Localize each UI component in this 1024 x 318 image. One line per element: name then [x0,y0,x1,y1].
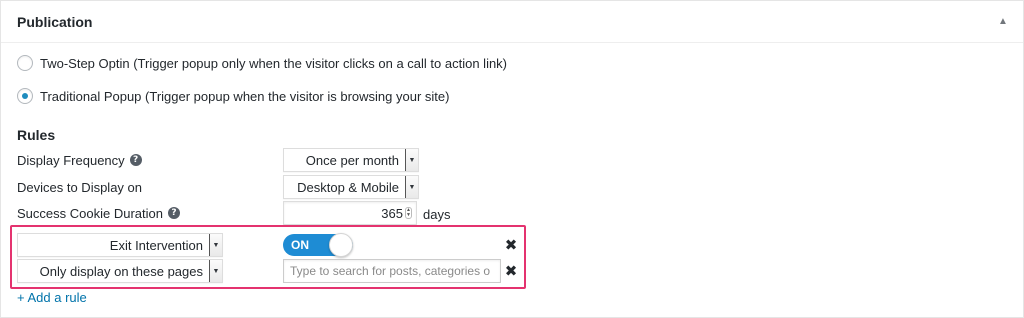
rule-type-value: Only display on these pages [39,263,203,279]
chevron-down-icon: ▼ [405,176,418,198]
spinner-icon[interactable]: ▲ ▼ [405,207,412,219]
publication-panel: Publication ▲ Two-Step Optin (Trigger po… [0,0,1024,318]
rule-type-select-exit-intervention[interactable]: Exit Intervention ▼ [17,233,223,257]
remove-rule-icon[interactable]: ✖ [504,264,518,279]
radio-label-traditional: Traditional Popup (Trigger popup when th… [40,88,450,104]
chevron-down-icon: ▼ [209,260,222,282]
display-frequency-value: Once per month [305,152,399,168]
help-icon[interactable]: ? [129,154,142,166]
pages-search-input[interactable] [283,259,501,283]
cookie-duration-text: Success Cookie Duration [17,205,163,221]
chevron-down-icon: ▼ [209,234,222,256]
exit-intervention-toggle[interactable]: ON [283,233,353,257]
radio-traditional-popup[interactable]: Traditional Popup (Trigger popup when th… [17,87,449,105]
panel-header: Publication ▲ [1,1,1023,43]
radio-label-two-step: Two-Step Optin (Trigger popup only when … [40,55,508,71]
display-frequency-text: Display Frequency [17,152,125,168]
add-rule-link[interactable]: + Add a rule [17,290,87,305]
rules-heading: Rules [17,127,56,143]
spinner-down-icon[interactable]: ▼ [406,213,411,218]
help-icon[interactable]: ? [167,207,180,219]
cookie-duration-label: Success Cookie Duration ? [17,204,180,222]
cookie-duration-value: 365 [381,205,403,221]
radio-button-traditional[interactable] [17,88,33,104]
radio-two-step-optin[interactable]: Two-Step Optin (Trigger popup only when … [17,54,507,72]
cookie-duration-unit: days [423,207,451,222]
toggle-knob [329,233,353,257]
collapse-arrow-icon[interactable]: ▲ [996,15,1010,29]
chevron-down-icon: ▼ [405,149,418,171]
devices-text: Devices to Display on [17,179,142,195]
cookie-duration-input[interactable]: 365 ▲ ▼ [283,201,417,225]
devices-value: Desktop & Mobile [297,179,399,195]
rule-type-value: Exit Intervention [109,237,203,253]
display-frequency-label: Display Frequency ? [17,151,142,169]
panel-title: Publication [17,14,93,30]
rule-type-select-display-pages[interactable]: Only display on these pages ▼ [17,259,223,283]
devices-select[interactable]: Desktop & Mobile ▼ [283,175,419,199]
display-frequency-select[interactable]: Once per month ▼ [283,148,419,172]
remove-rule-icon[interactable]: ✖ [504,238,518,253]
devices-label: Devices to Display on [17,178,142,196]
radio-button-two-step[interactable] [17,55,33,71]
toggle-label: ON [291,238,309,252]
